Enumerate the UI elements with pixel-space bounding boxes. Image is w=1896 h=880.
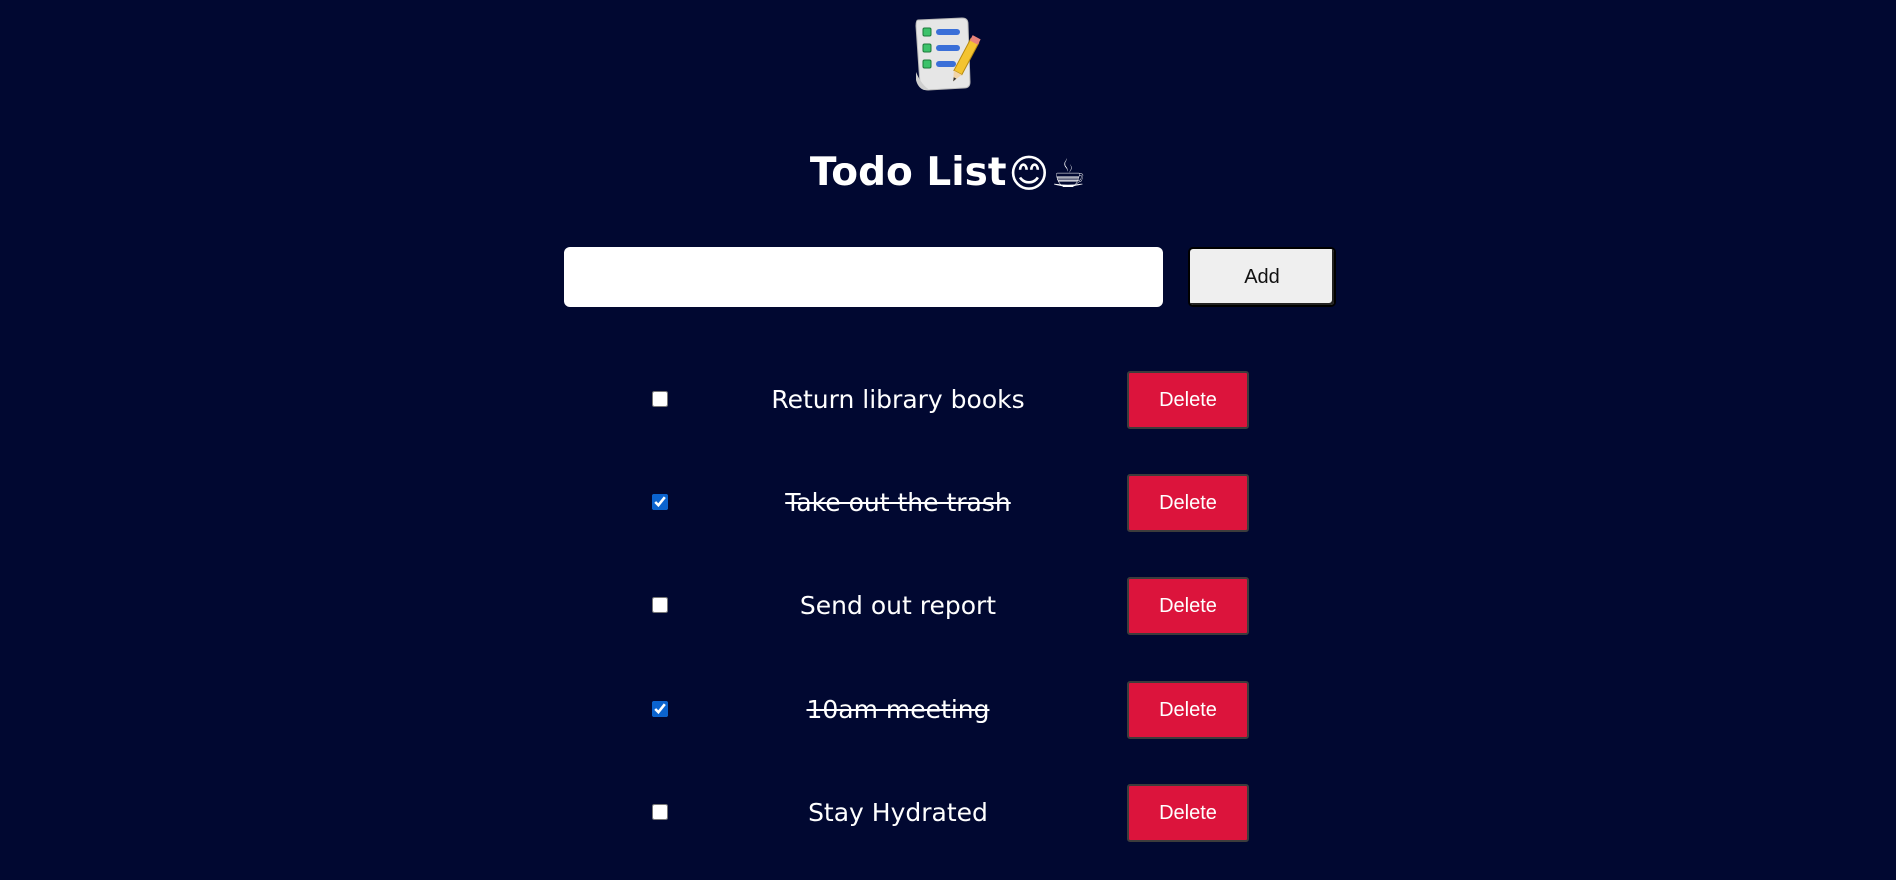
todo-checkbox[interactable] [652,391,668,407]
add-button[interactable]: Add [1188,247,1336,307]
delete-button[interactable]: Delete [1127,784,1249,842]
todo-checkbox[interactable] [652,494,668,510]
todo-item: Return library books Delete [0,371,1896,429]
todo-text: Return library books [771,385,1025,414]
todo-item: Take out the trash Delete [0,474,1896,532]
todo-checkbox[interactable] [652,701,668,717]
page-title: Todo List😊☕ [0,148,1896,200]
todo-checkbox[interactable] [652,804,668,820]
todo-item: 10am meeting Delete [0,681,1896,739]
title-text: Todo List [809,150,1007,195]
delete-button[interactable]: Delete [1127,474,1249,532]
todo-item: Stay Hydrated Delete [0,784,1896,842]
todo-text: Take out the trash [785,488,1011,517]
todo-app: Todo List😊☕ Add Return library books Del… [0,0,1896,880]
coffee-cup-emoji-icon: ☕ [1051,151,1087,197]
todo-text: Send out report [799,591,997,620]
smiling-face-emoji-icon: 😊 [1008,151,1050,197]
todo-text: 10am meeting [806,695,990,724]
todo-item: Send out report Delete [0,577,1896,635]
todo-checkbox[interactable] [652,597,668,613]
new-todo-input[interactable] [564,247,1163,307]
todo-text: Stay Hydrated [808,798,988,827]
delete-button[interactable]: Delete [1127,681,1249,739]
delete-button[interactable]: Delete [1127,577,1249,635]
delete-button[interactable]: Delete [1127,371,1249,429]
todo-notepad-pencil-icon [915,17,981,91]
